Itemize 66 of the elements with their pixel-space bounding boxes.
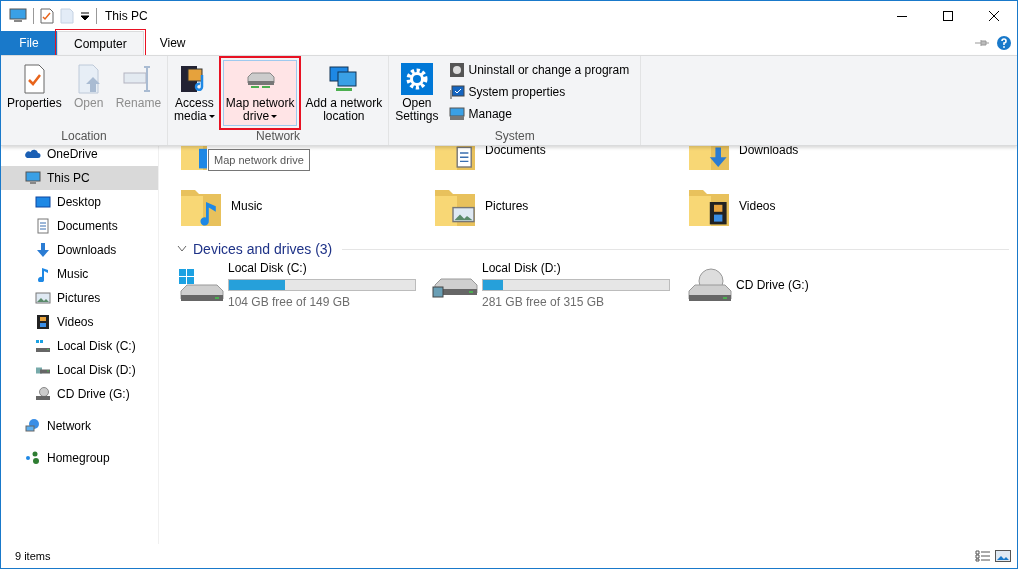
ribbon-tab[interactable]: Computer	[57, 31, 144, 55]
folder-item[interactable]: Videos	[685, 178, 780, 234]
disc-box-icon	[448, 62, 465, 78]
computer-manage-icon	[448, 106, 465, 122]
nav-item[interactable]: Pictures	[1, 286, 158, 310]
dropdown-icon[interactable]	[80, 11, 90, 21]
drive-item[interactable]: CD Drive (G:)	[685, 262, 939, 308]
nav-item[interactable]: Desktop	[1, 190, 158, 214]
homegroup-icon	[25, 450, 41, 466]
nav-item[interactable]: Videos	[1, 310, 158, 334]
down-arrow-icon	[35, 242, 51, 258]
ribbon-button[interactable]: Access media	[171, 60, 218, 126]
drive-icon	[431, 278, 479, 298]
monitor-icon	[35, 194, 51, 210]
ribbon-button[interactable]: Add a network location	[302, 60, 386, 126]
nav-item[interactable]: CD Drive (G:)	[1, 382, 158, 406]
group-label: Network	[255, 129, 302, 145]
group-label: Location	[60, 129, 108, 145]
ribbon-small-button[interactable]: Manage	[448, 106, 638, 122]
computer-icon	[25, 170, 41, 186]
film-icon	[35, 314, 51, 330]
window-title: This PC	[104, 8, 148, 25]
folder-item[interactable]: Downloads	[685, 146, 803, 178]
nav-item[interactable]: Network	[1, 414, 158, 438]
folder-item[interactable]: Music	[177, 178, 267, 234]
help-icon[interactable]	[997, 36, 1011, 50]
nav-item[interactable]: This PC	[1, 166, 158, 190]
nav-item[interactable]: OneDrive	[1, 142, 158, 166]
document-check-icon[interactable]	[40, 8, 54, 24]
close-icon	[989, 11, 999, 21]
details-view-icon[interactable]	[975, 550, 991, 562]
nav-item[interactable]: Local Disk (C:)	[1, 334, 158, 358]
maximize-icon	[943, 11, 953, 21]
chevron-icon[interactable]	[177, 246, 187, 252]
ribbon-small-button[interactable]: Uninstall or change a program	[448, 62, 638, 78]
document-icon	[35, 218, 51, 234]
group-label: System	[493, 129, 536, 145]
monitor-check-icon	[448, 84, 465, 100]
computer-icon[interactable]	[9, 8, 27, 24]
picture-icon	[35, 290, 51, 306]
settings-icon	[400, 63, 433, 95]
tooltip: Map network drive	[208, 149, 310, 171]
drive-item[interactable]: Local Disk (D:) 281 GB free of 315 GB	[431, 262, 685, 308]
ribbon-tab[interactable]: File	[1, 31, 57, 55]
drive-icon	[35, 366, 51, 374]
pin-icon[interactable]	[975, 39, 989, 47]
large-icons-view-icon[interactable]	[995, 550, 1011, 562]
ribbon-button[interactable]: Open Settings	[392, 60, 442, 126]
network-icon	[25, 418, 41, 434]
minimize-icon	[897, 15, 907, 17]
ribbon-small-button[interactable]: System properties	[448, 84, 638, 100]
section-header[interactable]: Devices and drives (3)	[193, 238, 333, 260]
nav-item[interactable]: Downloads	[1, 238, 158, 262]
nav-item[interactable]: Local Disk (D:)	[1, 358, 158, 382]
status-text: 9 items	[15, 548, 51, 564]
nav-item[interactable]: Documents	[1, 214, 158, 238]
nav-item[interactable]: Homegroup	[1, 446, 158, 470]
ribbon-button[interactable]: Properties	[4, 60, 65, 126]
drive-item[interactable]: Local Disk (C:) 104 GB free of 149 GB	[177, 262, 431, 308]
nav-item[interactable]: Music	[1, 262, 158, 286]
cd-drive-icon	[35, 386, 51, 402]
folder-item[interactable]: Pictures	[431, 178, 533, 234]
folder-item[interactable]: Documents	[431, 146, 550, 178]
drive-icon	[35, 338, 51, 354]
music-note-icon	[35, 266, 51, 282]
ribbon-tab[interactable]: View	[143, 31, 202, 55]
